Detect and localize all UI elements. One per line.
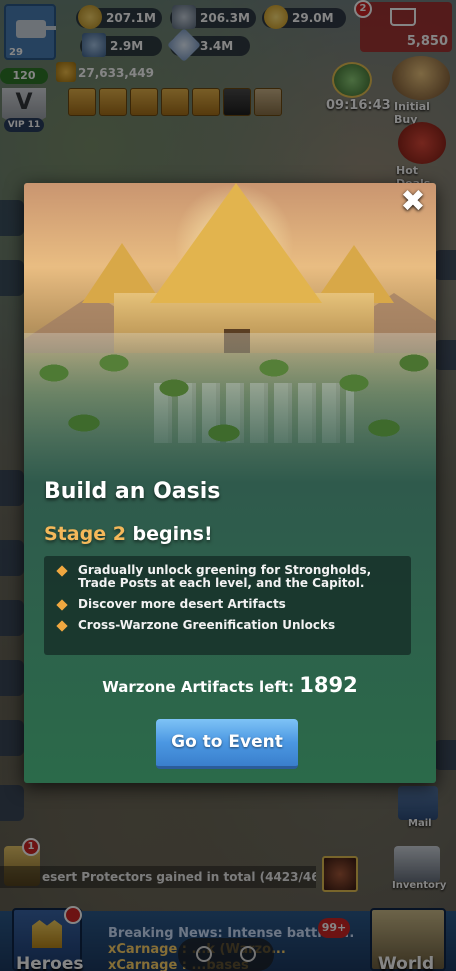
stage-number: Stage 2 bbox=[44, 523, 126, 545]
artifacts-count: 1892 bbox=[299, 673, 358, 697]
palm-trees bbox=[24, 333, 436, 483]
list-item-text: Gradually unlock greening for Stronghold… bbox=[78, 563, 372, 590]
event-modal: ✖ Build an Oasis Stage 2 begins! Gradual… bbox=[24, 183, 436, 783]
list-item-text: Discover more desert Artifacts bbox=[78, 597, 286, 611]
pyramid bbox=[150, 183, 322, 303]
stage-suffix: begins! bbox=[125, 523, 213, 545]
go-to-event-button[interactable]: Go to Event bbox=[156, 719, 298, 769]
bullet-diamond-icon bbox=[56, 620, 68, 632]
list-item-text: Cross-Warzone Greenification Unlocks bbox=[78, 618, 336, 632]
artifacts-label: Warzone Artifacts left: bbox=[102, 678, 300, 696]
list-item: Discover more desert Artifacts bbox=[56, 597, 401, 611]
oasis-artwork bbox=[24, 183, 436, 483]
bullet-diamond-icon bbox=[56, 599, 68, 611]
bullet-diamond-icon bbox=[56, 565, 68, 577]
feature-list: Gradually unlock greening for Stronghold… bbox=[44, 556, 411, 655]
artifacts-left: Warzone Artifacts left: 1892 bbox=[24, 673, 436, 697]
list-item: Gradually unlock greening for Stronghold… bbox=[56, 563, 401, 590]
modal-title: Build an Oasis bbox=[44, 479, 221, 504]
close-button[interactable]: ✖ bbox=[398, 187, 428, 217]
list-item: Cross-Warzone Greenification Unlocks bbox=[56, 618, 401, 632]
stage-heading: Stage 2 begins! bbox=[44, 523, 213, 545]
